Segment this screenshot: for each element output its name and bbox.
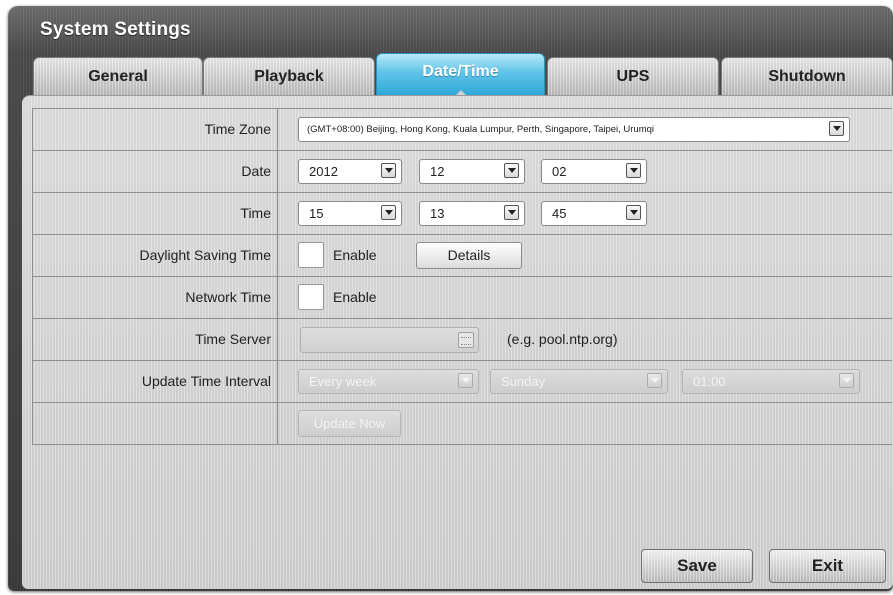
update-weekday-value: Sunday: [501, 374, 546, 389]
row-time-zone: Time Zone (GMT+08:00) Beijing, Hong Kong…: [32, 109, 892, 151]
window-title: System Settings: [40, 19, 191, 40]
dst-label: Daylight Saving Time: [33, 235, 278, 276]
dst-enable-label: Enable: [333, 247, 377, 263]
date-label: Date: [33, 151, 278, 192]
update-weekday-select[interactable]: Sunday: [490, 369, 668, 394]
row-dst: Daylight Saving Time Enable Details: [32, 235, 892, 277]
time-hour-value: 15: [309, 206, 324, 221]
time-minute-value: 13: [430, 206, 445, 221]
chevron-down-icon: [381, 205, 396, 220]
chevron-down-icon: [504, 205, 519, 220]
chevron-down-icon: [381, 163, 396, 178]
time-second-value: 45: [552, 206, 567, 221]
network-time-label: Network Time: [33, 277, 278, 318]
time-minute-select[interactable]: 13: [419, 201, 525, 226]
tab-date-time[interactable]: Date/Time: [376, 53, 545, 96]
chevron-down-icon: [504, 163, 519, 178]
tab-general[interactable]: General: [33, 57, 203, 95]
exit-button[interactable]: Exit: [769, 549, 886, 583]
update-now-row-label: [33, 403, 278, 444]
keyboard-icon[interactable]: [458, 332, 474, 348]
chevron-down-icon: [839, 373, 854, 388]
row-time: Time 15 13 45: [32, 193, 892, 235]
save-button[interactable]: Save: [641, 549, 753, 583]
chevron-down-icon: [626, 205, 641, 220]
date-month-value: 12: [430, 164, 445, 179]
time-label: Time: [33, 193, 278, 234]
update-time-value: 01:00: [693, 374, 726, 389]
tab-playback[interactable]: Playback: [203, 57, 375, 95]
row-network-time: Network Time Enable: [32, 277, 892, 319]
chevron-down-icon: [647, 373, 662, 388]
time-server-label: Time Server: [33, 319, 278, 360]
update-now-button[interactable]: Update Now: [298, 410, 401, 437]
chevron-down-icon: [626, 163, 641, 178]
time-zone-value: (GMT+08:00) Beijing, Hong Kong, Kuala Lu…: [307, 124, 655, 135]
date-day-value: 02: [552, 164, 567, 179]
date-month-select[interactable]: 12: [419, 159, 525, 184]
dst-details-button[interactable]: Details: [416, 242, 522, 269]
tab-bar: General Playback Date/Time UPS Shutdown: [33, 53, 893, 96]
row-update-now: Update Now: [32, 403, 892, 445]
dst-enable-checkbox[interactable]: [298, 242, 324, 268]
settings-table: Time Zone (GMT+08:00) Beijing, Hong Kong…: [32, 108, 892, 445]
update-time-select[interactable]: 01:00: [682, 369, 860, 394]
date-day-select[interactable]: 02: [541, 159, 647, 184]
tab-shutdown[interactable]: Shutdown: [721, 57, 893, 95]
row-update-interval: Update Time Interval Every week Sunday 0…: [32, 361, 892, 403]
row-date: Date 2012 12 02: [32, 151, 892, 193]
date-year-value: 2012: [309, 164, 338, 179]
time-zone-select[interactable]: (GMT+08:00) Beijing, Hong Kong, Kuala Lu…: [298, 117, 850, 142]
time-server-input[interactable]: [300, 327, 479, 353]
network-time-enable-checkbox[interactable]: [298, 284, 324, 310]
time-second-select[interactable]: 45: [541, 201, 647, 226]
update-frequency-value: Every week: [309, 374, 377, 389]
settings-panel: Time Zone (GMT+08:00) Beijing, Hong Kong…: [22, 95, 893, 589]
update-interval-label: Update Time Interval: [33, 361, 278, 402]
chevron-down-icon: [829, 121, 844, 136]
update-frequency-select[interactable]: Every week: [298, 369, 479, 394]
date-year-select[interactable]: 2012: [298, 159, 402, 184]
network-time-enable-label: Enable: [333, 289, 377, 305]
chevron-down-icon: [458, 373, 473, 388]
time-hour-select[interactable]: 15: [298, 201, 402, 226]
time-zone-label: Time Zone: [33, 109, 278, 150]
time-server-hint: (e.g. pool.ntp.org): [507, 331, 618, 347]
tab-ups[interactable]: UPS: [547, 57, 719, 95]
row-time-server: Time Server (e.g. pool.ntp.org): [32, 319, 892, 361]
